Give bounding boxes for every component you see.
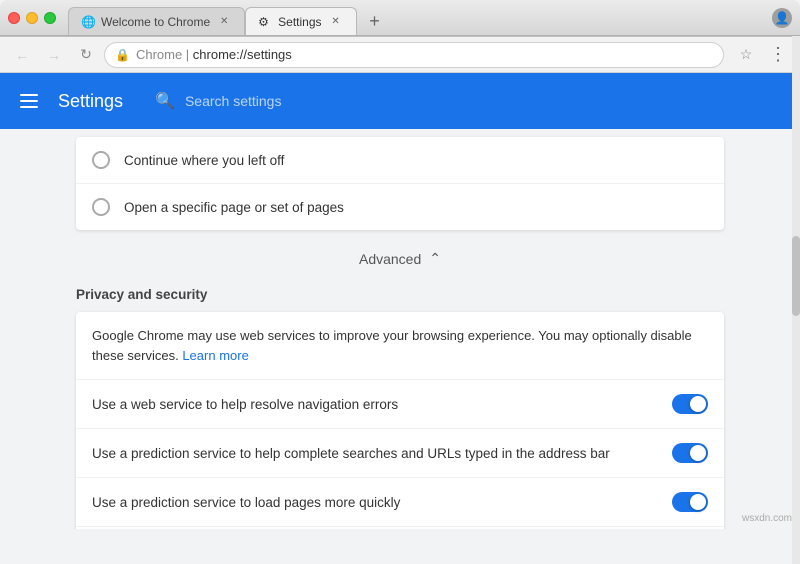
prediction-toggle-knob bbox=[690, 445, 706, 461]
load-pages-toggle-row: Use a prediction service to load pages m… bbox=[76, 478, 724, 527]
nav-error-toggle-knob bbox=[690, 396, 706, 412]
address-bar[interactable]: 🔒 Chrome | chrome://settings bbox=[104, 42, 724, 68]
advanced-label: Advanced bbox=[359, 251, 421, 267]
search-input[interactable] bbox=[185, 93, 784, 109]
tab-welcome-title: Welcome to Chrome bbox=[101, 15, 210, 29]
tab-welcome[interactable]: 🌐 Welcome to Chrome ✕ bbox=[68, 7, 245, 35]
specific-page-option-label: Open a specific page or set of pages bbox=[124, 200, 344, 215]
nav-error-toggle[interactable] bbox=[672, 394, 708, 414]
nav-bar: ← → ↻ 🔒 Chrome | chrome://settings ☆ ⋮ bbox=[0, 37, 800, 73]
close-button[interactable] bbox=[8, 12, 20, 24]
load-pages-toggle[interactable] bbox=[672, 492, 708, 512]
prediction-toggle-row: Use a prediction service to help complet… bbox=[76, 429, 724, 478]
tab-welcome-close-icon[interactable]: ✕ bbox=[216, 14, 232, 30]
new-tab-button[interactable]: + bbox=[361, 7, 389, 35]
forward-button[interactable]: → bbox=[40, 41, 68, 69]
load-pages-toggle-knob bbox=[690, 494, 706, 510]
address-prefix: Chrome | bbox=[136, 47, 193, 62]
address-text: Chrome | chrome://settings bbox=[136, 47, 713, 62]
advanced-row[interactable]: Advanced ⌃ bbox=[76, 230, 724, 279]
settings-section: Continue where you left off Open a speci… bbox=[60, 137, 740, 529]
tab-welcome-favicon: 🌐 bbox=[81, 15, 95, 29]
settings-page-title: Settings bbox=[58, 91, 123, 112]
bookmark-button[interactable]: ☆ bbox=[732, 41, 760, 69]
window-controls-right: 👤 bbox=[772, 8, 792, 28]
privacy-card: Google Chrome may use web services to im… bbox=[76, 312, 724, 529]
search-bar: 🔍 bbox=[155, 91, 784, 111]
hamburger-line-1 bbox=[20, 94, 38, 96]
advanced-arrow-icon: ⌃ bbox=[429, 250, 441, 267]
lock-icon: 🔒 bbox=[115, 48, 130, 62]
profile-icon[interactable]: 👤 bbox=[772, 8, 792, 28]
more-button[interactable]: ⋮ bbox=[764, 41, 792, 69]
refresh-button[interactable]: ↻ bbox=[72, 41, 100, 69]
minimize-button[interactable] bbox=[26, 12, 38, 24]
settings-content: Continue where you left off Open a speci… bbox=[0, 129, 800, 529]
tab-settings-title: Settings bbox=[278, 15, 321, 29]
specific-page-radio[interactable] bbox=[92, 198, 110, 216]
nav-error-label: Use a web service to help resolve naviga… bbox=[92, 397, 672, 412]
scrollbar-thumb[interactable] bbox=[792, 236, 800, 316]
learn-more-link[interactable]: Learn more bbox=[182, 348, 248, 363]
hamburger-menu-button[interactable] bbox=[16, 90, 42, 112]
title-bar: 🌐 Welcome to Chrome ✕ ⚙ Settings ✕ + 👤 bbox=[0, 0, 800, 36]
settings-header: Settings 🔍 bbox=[0, 73, 800, 129]
traffic-lights bbox=[8, 12, 56, 24]
specific-page-option[interactable]: Open a specific page or set of pages bbox=[76, 184, 724, 230]
system-info-toggle-row: Automatically send some system informati… bbox=[76, 527, 724, 529]
continue-option-label: Continue where you left off bbox=[124, 153, 284, 168]
load-pages-label: Use a prediction service to load pages m… bbox=[92, 495, 672, 510]
continue-option[interactable]: Continue where you left off bbox=[76, 137, 724, 184]
tab-settings-close-icon[interactable]: ✕ bbox=[328, 14, 344, 30]
maximize-button[interactable] bbox=[44, 12, 56, 24]
hamburger-line-2 bbox=[20, 100, 38, 102]
tabs-bar: 🌐 Welcome to Chrome ✕ ⚙ Settings ✕ + bbox=[68, 0, 772, 35]
scrollbar-track bbox=[792, 36, 800, 564]
continue-radio[interactable] bbox=[92, 151, 110, 169]
hamburger-line-3 bbox=[20, 106, 38, 108]
nav-error-toggle-row: Use a web service to help resolve naviga… bbox=[76, 380, 724, 429]
privacy-section-title: Privacy and security bbox=[76, 279, 724, 312]
back-button[interactable]: ← bbox=[8, 41, 36, 69]
privacy-info-box: Google Chrome may use web services to im… bbox=[76, 312, 724, 380]
tab-settings-favicon: ⚙ bbox=[258, 15, 272, 29]
tab-settings[interactable]: ⚙ Settings ✕ bbox=[245, 7, 356, 35]
prediction-toggle[interactable] bbox=[672, 443, 708, 463]
watermark: wsxdn.com bbox=[742, 513, 792, 524]
address-url: chrome://settings bbox=[193, 47, 292, 62]
startup-options-card: Continue where you left off Open a speci… bbox=[76, 137, 724, 230]
prediction-label: Use a prediction service to help complet… bbox=[92, 446, 672, 461]
search-icon: 🔍 bbox=[155, 91, 175, 111]
